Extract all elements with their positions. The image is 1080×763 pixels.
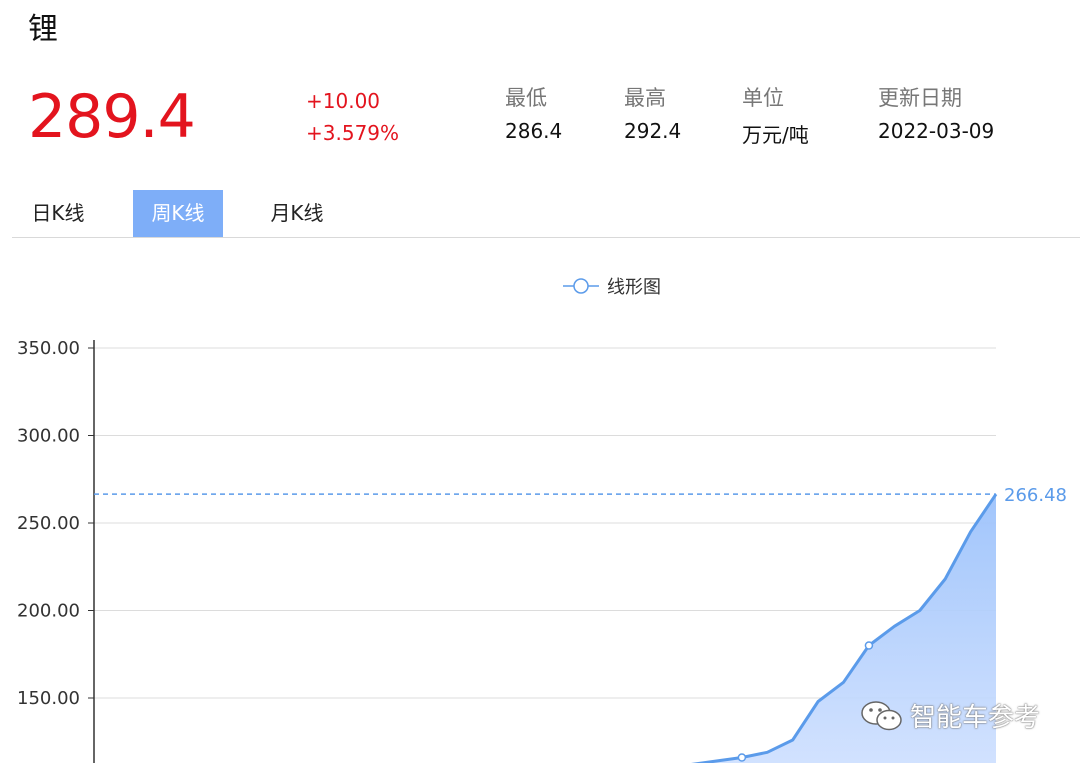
y-tick-label: 350.00 (17, 338, 80, 359)
data-point (737, 753, 747, 762)
line-chart: 150.00 200.00 250.00 300.00 350.00 266.48 (17, 338, 1067, 763)
y-tick-label: 300.00 (17, 426, 80, 447)
wechat-icon (861, 700, 902, 730)
y-tick-label: 200.00 (17, 601, 80, 622)
y-tick-label: 150.00 (17, 688, 80, 709)
markline-label: 266.48 (1004, 485, 1067, 506)
watermark: 智能车参考 (860, 697, 1040, 734)
watermark-text: 智能车参考 (910, 703, 1041, 733)
y-tick-label: 250.00 (17, 513, 80, 534)
data-point (864, 641, 874, 650)
